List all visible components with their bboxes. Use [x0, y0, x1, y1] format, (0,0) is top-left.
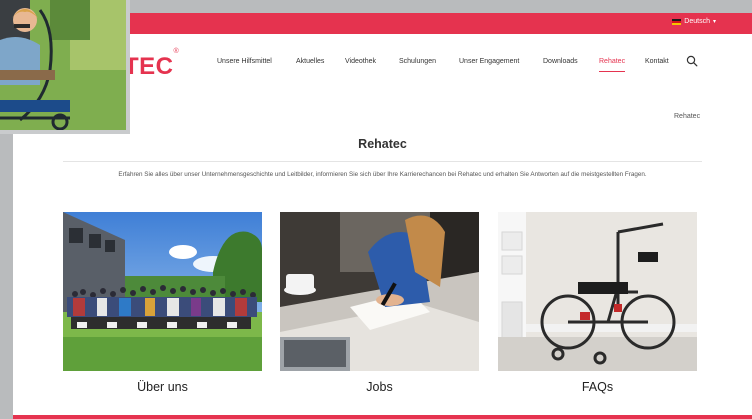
inset-photo-child-in-wheelchair: [0, 0, 126, 130]
nav-item-downloads[interactable]: Downloads: [543, 58, 578, 65]
nav-item-aktuelles[interactable]: Aktuelles: [296, 58, 324, 65]
office-desk-illustration: [280, 212, 479, 371]
card-faqs[interactable]: FAQs: [498, 212, 697, 394]
team-photo-illustration: [63, 212, 262, 371]
nav-item-unser-engagement[interactable]: Unser Engagement: [459, 58, 519, 65]
footer-bar: [13, 415, 752, 419]
breadcrumb[interactable]: Rehatec: [674, 113, 700, 120]
card-image-wheelchair: [498, 212, 697, 371]
nav-item-schulungen[interactable]: Schulungen: [399, 58, 436, 65]
page-intro: Erfahren Sie alles über unser Unternehme…: [118, 171, 647, 178]
wheelchair-illustration: [498, 212, 697, 371]
language-label: Deutsch: [684, 18, 710, 25]
search-icon[interactable]: [686, 55, 698, 67]
card-image-team-photo: [63, 212, 262, 371]
registered-mark: ®: [173, 48, 180, 55]
nav-item-rehatec[interactable]: Rehatec: [599, 58, 626, 72]
nav-item-videothek[interactable]: Videothek: [345, 58, 376, 65]
page-title: Rehatec: [358, 137, 407, 151]
card-label[interactable]: Über uns: [63, 380, 262, 394]
german-flag-icon: [672, 18, 682, 25]
card-image-office-desk: [280, 212, 479, 371]
inset-photo-frame: [0, 0, 130, 134]
child-in-wheelchair-illustration: [0, 0, 126, 130]
card-label[interactable]: FAQs: [498, 380, 697, 394]
card-label[interactable]: Jobs: [280, 380, 479, 394]
language-selector[interactable]: Deutsch ▾: [672, 18, 716, 25]
chevron-down-icon: ▾: [712, 19, 716, 25]
card-jobs[interactable]: Jobs: [280, 212, 479, 394]
divider: [63, 161, 702, 162]
nav-item-unsere-hilfsmittel[interactable]: Unsere Hilfsmittel: [217, 58, 272, 65]
card-ueber-uns[interactable]: Über uns: [63, 212, 262, 394]
nav-item-kontakt[interactable]: Kontakt: [645, 58, 669, 65]
